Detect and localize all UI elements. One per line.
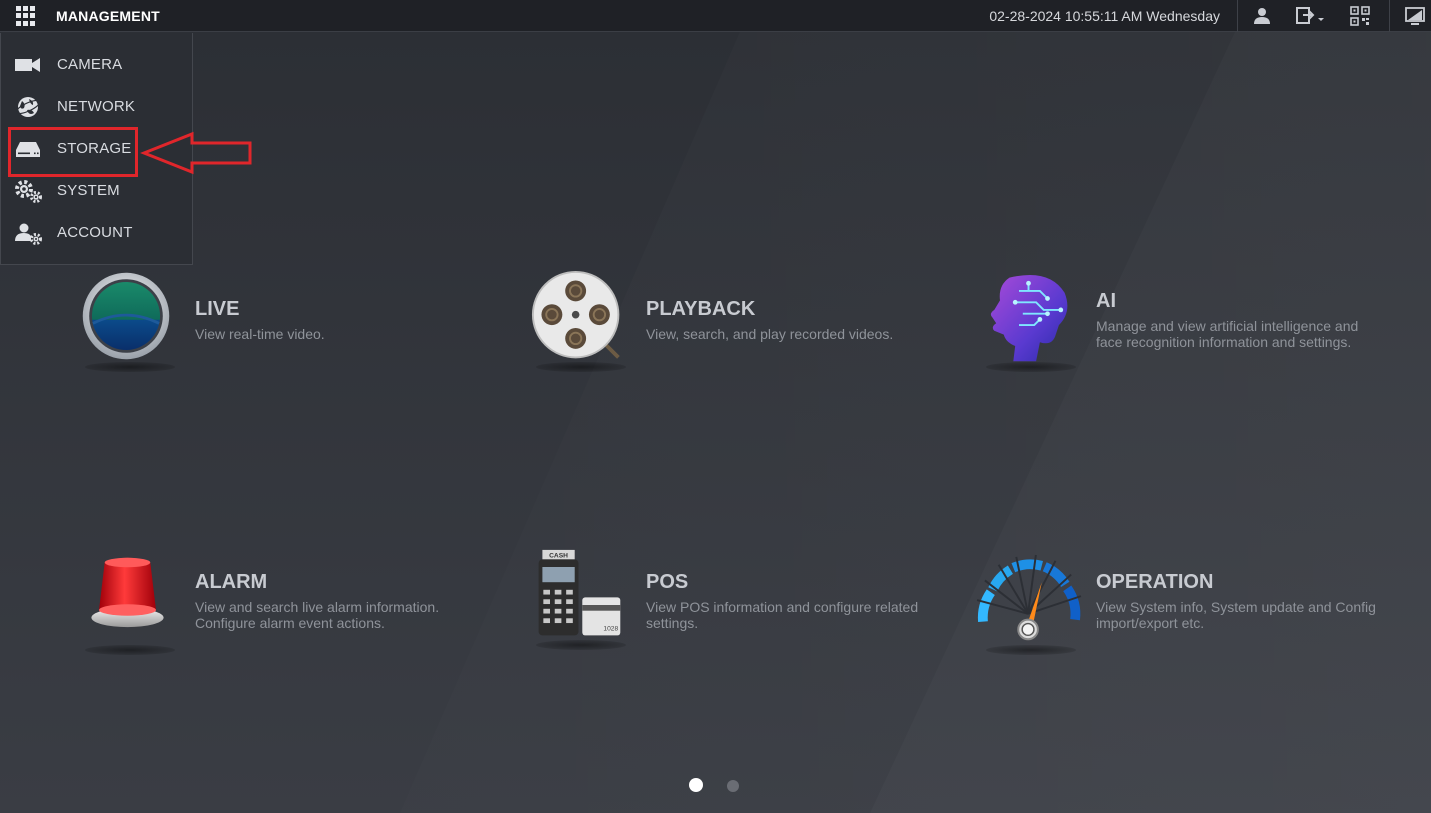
datetime-display: 02-28-2024 10:55:11 AM Wednesday bbox=[989, 8, 1220, 24]
logout-icon[interactable] bbox=[1294, 5, 1328, 27]
menu-item-network[interactable]: NETWORK bbox=[1, 86, 194, 128]
menu-item-label: SYSTEM bbox=[57, 182, 120, 199]
divider bbox=[1389, 0, 1390, 32]
tile-live[interactable]: LIVE View real-time video. bbox=[80, 270, 480, 380]
apps-grid-icon[interactable] bbox=[16, 6, 36, 26]
pager-dot-1[interactable] bbox=[689, 778, 703, 792]
tile-title: LIVE bbox=[195, 298, 240, 320]
menu-item-camera[interactable]: CAMERA bbox=[1, 44, 194, 86]
alarm-siren-icon bbox=[91, 557, 164, 628]
film-reel-icon bbox=[531, 270, 620, 359]
page-title: MANAGEMENT bbox=[56, 8, 160, 24]
gears-icon bbox=[15, 180, 42, 203]
pager-dot-2[interactable] bbox=[727, 780, 739, 792]
tile-description: View System info, System update and Conf… bbox=[1096, 599, 1376, 631]
icon-shadow bbox=[85, 362, 175, 372]
menu-item-account[interactable]: ACCOUNT bbox=[1, 212, 194, 254]
highlight-box bbox=[8, 127, 138, 177]
pointer-arrow-icon bbox=[140, 131, 252, 175]
menu-item-label: NETWORK bbox=[57, 98, 136, 115]
menu-item-label: ACCOUNT bbox=[57, 224, 133, 241]
pos-card-number: 1028 bbox=[603, 626, 618, 633]
tile-operation[interactable]: OPERATION View System info, System updat… bbox=[971, 553, 1376, 663]
tile-title: OPERATION bbox=[1096, 571, 1214, 593]
tile-pos[interactable]: CASH 1028 POS View POS information and c… bbox=[531, 548, 931, 658]
tile-title: PLAYBACK bbox=[646, 298, 756, 320]
pos-terminal-icon: CASH 1028 bbox=[538, 549, 621, 636]
tile-description: View real-time video. bbox=[195, 326, 325, 342]
ai-head-icon bbox=[990, 274, 1068, 362]
tile-description: View POS information and configure relat… bbox=[646, 599, 919, 631]
monitor-icon[interactable] bbox=[1404, 5, 1426, 27]
menu-item-label: CAMERA bbox=[57, 56, 123, 73]
camera-icon bbox=[15, 58, 40, 72]
tile-description: Manage and view artificial intelligence … bbox=[1096, 318, 1359, 350]
globe-icon bbox=[15, 97, 41, 117]
top-bar: MANAGEMENT 02-28-2024 10:55:11 AM Wednes… bbox=[0, 0, 1431, 32]
tile-playback[interactable]: PLAYBACK View, search, and play recorded… bbox=[531, 270, 931, 380]
pos-cash-label: CASH bbox=[549, 553, 568, 560]
qr-code-icon[interactable] bbox=[1349, 5, 1371, 27]
user-icon[interactable] bbox=[1251, 5, 1273, 27]
tile-title: ALARM bbox=[195, 571, 268, 593]
tile-title: AI bbox=[1096, 290, 1116, 312]
divider bbox=[1237, 0, 1238, 32]
live-lens-icon bbox=[82, 272, 170, 360]
tile-title: POS bbox=[646, 571, 689, 593]
tile-description: View, search, and play recorded videos. bbox=[646, 326, 894, 342]
tile-description: View and search live alarm information. … bbox=[195, 599, 440, 631]
gauge-icon bbox=[976, 554, 1082, 641]
user-gear-icon bbox=[15, 223, 42, 245]
tile-alarm[interactable]: ALARM View and search live alarm informa… bbox=[80, 553, 480, 663]
tile-ai[interactable]: AI Manage and view artificial intelligen… bbox=[981, 270, 1381, 380]
